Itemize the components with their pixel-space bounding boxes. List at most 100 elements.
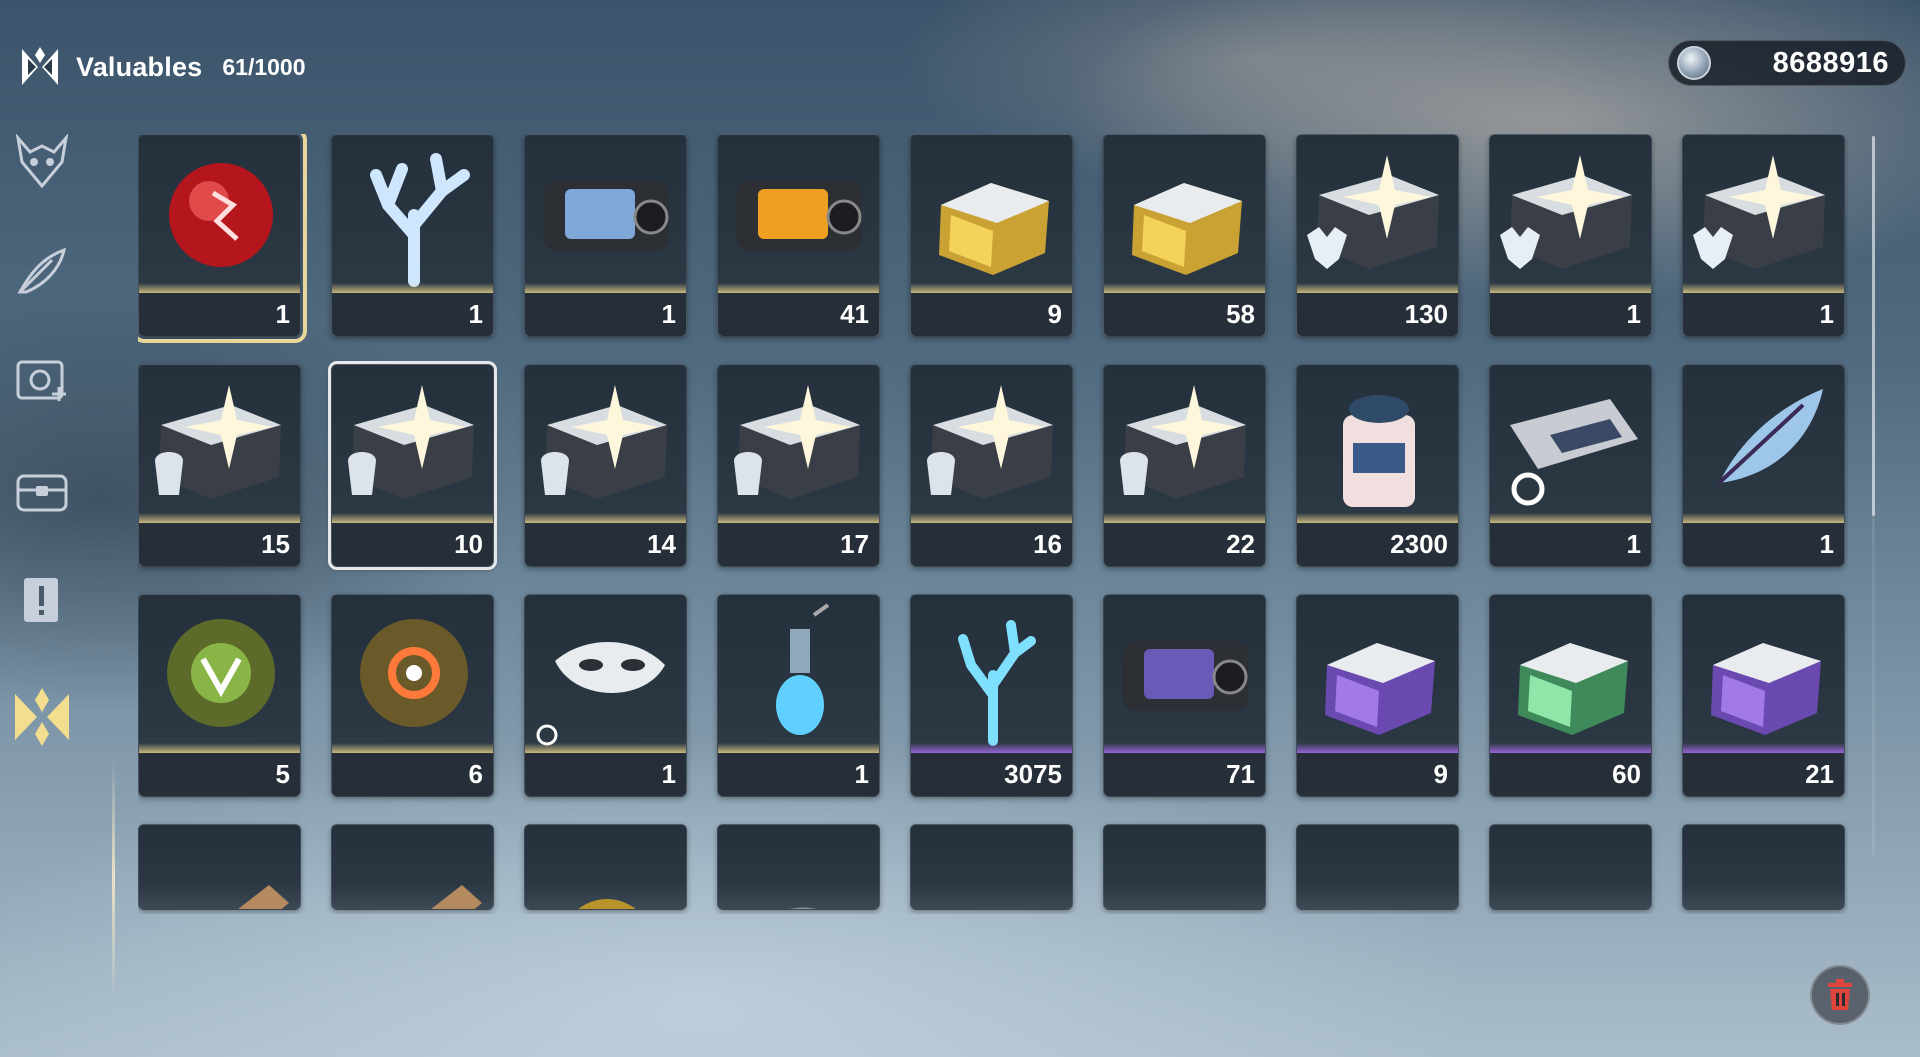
category-tab-valuables[interactable] [10,685,74,749]
item-quantity: 22 [1226,529,1255,559]
category-tab-supplies[interactable] [10,460,74,524]
item-quantity: 15 [261,529,290,559]
item-qty-bar: 60 [1490,753,1651,796]
item-slot[interactable]: 1 [138,134,307,343]
grid-scrollbar[interactable] [1872,136,1875,856]
item-slot[interactable]: 41 [717,134,880,337]
item-slot[interactable]: 1 [331,134,494,337]
item-slot[interactable] [1682,824,1845,910]
echo-chest-helmet-icon [718,365,879,525]
category-tab-echoes[interactable] [10,130,74,194]
crystal-feather-icon [1683,365,1844,525]
gear-camera-icon [16,360,66,401]
item-qty-bar: 1 [139,293,300,336]
item-quantity: 1 [468,299,483,329]
crystal-coral-icon [332,135,493,295]
echo-chest-wolf-icon [1297,135,1458,295]
red-flower-icon [1104,825,1265,909]
item-qty-bar: 1 [1683,523,1844,566]
item-qty-bar: 130 [1297,293,1458,336]
item-slot[interactable] [138,824,301,910]
item-slot[interactable]: 3075 [910,594,1073,797]
item-slot[interactable]: 1 [524,594,687,797]
item-slot[interactable]: 9 [910,134,1073,337]
item-slot[interactable] [910,824,1073,910]
category-tab-materials[interactable] [10,240,74,304]
salt-jar-icon [1297,365,1458,525]
currency-display[interactable]: 8688916 [1668,40,1906,86]
shell-credit-icon [1677,46,1711,80]
item-slot[interactable]: 1 [1489,134,1652,337]
item-slot[interactable]: 1 [1489,364,1652,567]
item-qty-bar: 1 [1683,293,1844,336]
item-qty-bar: 3075 [911,753,1072,796]
item-slot[interactable]: 58 [1103,134,1266,337]
item-quantity: 21 [1805,759,1834,789]
header: Valuables 61/1000 [18,42,306,92]
item-slot[interactable]: 21 [1682,594,1845,797]
echo-chest-helmet-icon [139,365,300,525]
item-qty-bar: 2300 [1297,523,1458,566]
scrollbar-thumb[interactable] [1872,136,1875,516]
demon-mask-icon [15,134,69,189]
item-quantity: 1 [854,759,869,789]
item-slot[interactable]: 2300 [1296,364,1459,567]
discard-button[interactable] [1810,965,1870,1025]
item-slot[interactable]: 14 [524,364,687,567]
item-slot[interactable]: 15 [138,364,301,567]
item-quantity: 9 [1047,299,1062,329]
item-quantity: 60 [1612,759,1641,789]
item-quantity: 2300 [1390,529,1448,559]
purple-supply-box-icon [1683,595,1844,755]
inventory-grid[interactable]: 1 1 1 41 9 58 130 1 1 15 10 14 17 16 22 2300 1 1 5 6 1 1 3075 7… [138,134,1848,914]
item-quantity: 16 [1033,529,1062,559]
item-slot[interactable]: 10 [328,361,497,570]
item-slot[interactable]: 1 [1682,134,1845,337]
item-quantity: 17 [840,529,869,559]
item-slot[interactable]: 60 [1489,594,1652,797]
item-qty-bar: 10 [332,523,493,566]
item-slot[interactable]: 1 [524,134,687,337]
item-slot[interactable]: 1 [717,594,880,797]
item-slot[interactable] [717,824,880,910]
item-qty-bar: 41 [718,293,879,336]
item-slot[interactable]: 9 [1296,594,1459,797]
gold-supply-box-icon [1104,135,1265,295]
item-quantity: 1 [1819,529,1834,559]
inventory-capacity: 61/1000 [222,53,306,80]
item-slot[interactable] [524,824,687,910]
item-quantity: 3075 [1004,759,1062,789]
item-slot[interactable]: 71 [1103,594,1266,797]
item-quantity: 1 [661,299,676,329]
item-slot[interactable] [1489,824,1652,910]
dark-jar-icon [1490,825,1651,909]
item-quantity: 71 [1226,759,1255,789]
category-tab-upgrades[interactable] [10,350,74,414]
page-title: Valuables [76,51,203,82]
item-slot[interactable] [331,824,494,910]
item-quantity: 14 [647,529,676,559]
item-slot[interactable]: 17 [717,364,880,567]
exclamation-note-icon [24,578,58,622]
item-qty-bar: 14 [525,523,686,566]
glowing-cube-icon [1297,825,1458,909]
item-slot[interactable] [1296,824,1459,910]
item-slot[interactable]: 130 [1296,134,1459,337]
category-tab-quest[interactable] [10,570,74,634]
item-qty-bar: 1 [332,293,493,336]
item-slot[interactable] [1103,824,1266,910]
feather-icon [17,247,67,294]
wooden-plank-icon [332,825,493,909]
item-slot[interactable]: 16 [910,364,1073,567]
item-slot[interactable]: 5 [138,594,301,797]
category-sidebar [0,120,90,1020]
item-slot[interactable]: 22 [1103,364,1266,567]
item-qty-bar: 9 [911,293,1072,336]
item-slot[interactable]: 6 [331,594,494,797]
valuables-icon [15,688,69,746]
gold-supply-box-icon [911,135,1072,295]
item-qty-bar: 1 [525,753,686,796]
echo-chest-helmet-icon [911,365,1072,525]
item-qty-bar: 1 [1490,293,1651,336]
item-slot[interactable]: 1 [1682,364,1845,567]
